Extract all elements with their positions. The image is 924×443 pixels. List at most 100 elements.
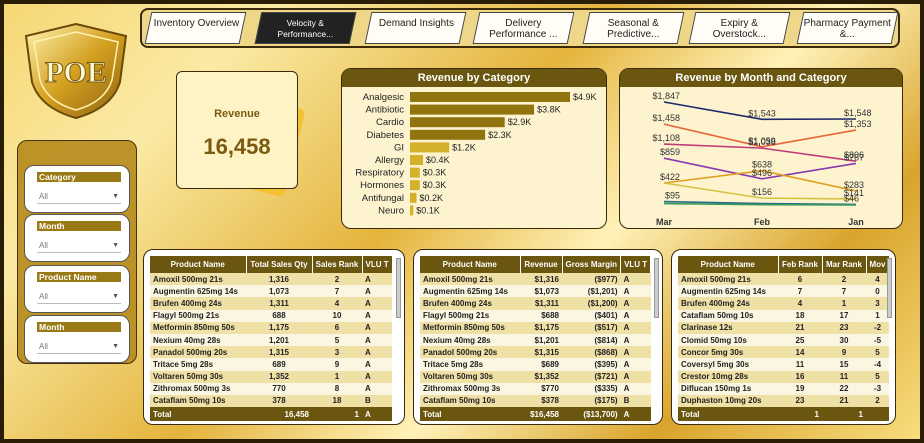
column-header[interactable]: VLU T (620, 256, 652, 273)
table-row[interactable]: Voltaren 50mg 30s $1,352 ($721) A (420, 370, 651, 383)
table-cell: A (620, 370, 651, 383)
table-row[interactable]: Panadol 500mg 20s 1,315 3 A (150, 346, 393, 359)
table-cell: ($1,200) (562, 297, 621, 310)
tab-4[interactable]: Seasonal & Predictive... (582, 12, 685, 44)
bar[interactable] (410, 192, 417, 203)
table-row[interactable]: Augmentin 625mg 14s 1,073 7 A (150, 285, 393, 298)
column-header[interactable]: Revenue (520, 256, 563, 273)
category-slicer[interactable]: Category All ▼ (24, 165, 130, 213)
bar[interactable] (410, 117, 505, 128)
table-row[interactable]: Nexium 40mg 28s $1,201 ($814) A (420, 333, 651, 347)
bar[interactable] (410, 129, 486, 140)
table-row[interactable]: Amoxil 500mg 21s 1,316 2 A (150, 273, 393, 286)
bar[interactable] (410, 180, 420, 191)
table-row[interactable]: Flagyl 500mg 21s 688 10 A (150, 309, 393, 322)
table-row[interactable]: Tritace 5mg 28s 689 9 A (150, 358, 393, 371)
tab-3[interactable]: Delivery Performance ... (472, 12, 575, 44)
slicer-dropdown[interactable]: All ▼ (37, 190, 121, 204)
table-row[interactable]: Cataflam 50mg 10s $378 ($175) B (420, 394, 651, 408)
scrollbar[interactable] (654, 258, 659, 318)
table-cell: ($814) (562, 333, 621, 347)
product-name-slicer[interactable]: Product Name All ▼ (24, 265, 130, 313)
bar[interactable] (410, 155, 424, 165)
rank-movement-table: Product Name Feb Rank Mar Rank Mov Amoxil 50… (678, 256, 890, 422)
column-header[interactable]: Gross Margin (562, 256, 622, 273)
month-slicer[interactable]: Month All ▼ (24, 214, 130, 262)
table-cell: $1,175 (520, 321, 562, 334)
slicer-dropdown[interactable]: All ▼ (37, 340, 121, 354)
table-cell: 25 (778, 333, 822, 347)
bar[interactable] (410, 167, 420, 178)
month-slicer-2[interactable]: Month All ▼ (24, 315, 130, 363)
table-cell: 5 (312, 333, 362, 347)
table-cell: A (362, 321, 393, 334)
table-cell: $688 (520, 309, 562, 322)
column-header[interactable]: VLU T (362, 256, 393, 273)
table-row[interactable]: Diflucan 150mg 1s 19 22 -3 (678, 382, 889, 395)
bar[interactable] (410, 142, 450, 153)
column-header[interactable]: Product Name (678, 256, 779, 273)
table-row[interactable]: Panadol 500mg 20s $1,315 ($868) A (420, 346, 651, 359)
table-row[interactable]: Brufen 400mg 24s 4 1 3 (678, 297, 889, 310)
scrollbar[interactable] (887, 258, 892, 318)
bar[interactable] (410, 205, 414, 216)
table-row[interactable]: Metformin 850mg 50s $1,175 ($517) A (420, 321, 651, 334)
data-label: $1.2K (452, 142, 476, 152)
table-row[interactable]: Concor 5mg 30s 14 9 5 (678, 346, 889, 359)
table-cell: 30 (822, 333, 866, 347)
table-cell: 17 (822, 309, 866, 322)
table-row[interactable]: Voltaren 50mg 30s 1,352 1 A (150, 370, 393, 383)
tab-6[interactable]: Pharmacy Payment &... (796, 12, 899, 44)
tab-2[interactable]: Demand Insights (364, 12, 467, 44)
table-row[interactable]: Coversyl 5mg 30s 11 15 -4 (678, 358, 889, 371)
table-cell: Amoxil 500mg 21s (150, 273, 246, 286)
table-cell: Tritace 5mg 28s (150, 358, 246, 371)
table-row[interactable]: Metformin 850mg 50s 1,175 6 A (150, 321, 393, 334)
table-row[interactable]: Brufen 400mg 24s 1,311 4 A (150, 297, 393, 310)
column-header[interactable]: Product Name (420, 256, 521, 273)
slicer-dropdown[interactable]: All ▼ (37, 290, 121, 304)
slicer-dropdown[interactable]: All ▼ (37, 239, 121, 253)
table-row[interactable]: Amoxil 500mg 21s $1,316 ($977) A (420, 273, 651, 286)
table-cell: ($175) (562, 394, 621, 408)
table-row[interactable]: Zithromax 500mg 3s 770 8 A (150, 382, 393, 395)
column-header[interactable]: Feb Rank (778, 256, 823, 273)
tab-1[interactable]: Velocity & Performance... (254, 12, 357, 44)
table-row[interactable]: Augmentin 625mg 14s $1,073 ($1,201) A (420, 285, 651, 298)
table-cell: -4 (866, 358, 889, 371)
table-cell: Panadol 500mg 20s (150, 346, 246, 359)
bar[interactable] (410, 104, 535, 115)
table-row[interactable]: Augmentin 625mg 14s 7 7 0 (678, 285, 889, 298)
total-cell: Total (150, 407, 246, 422)
table-cell: A (362, 309, 393, 322)
table-row[interactable]: Clarinase 12s 21 23 -2 (678, 321, 889, 334)
table-row[interactable]: Amoxil 500mg 21s 6 2 4 (678, 273, 889, 286)
bar[interactable] (410, 92, 570, 102)
column-header[interactable]: Total Sales Qty (246, 256, 313, 273)
table-row[interactable]: Duphaston 10mg 20s 23 21 2 (678, 394, 889, 408)
table-cell: Nexium 40mg 28s (150, 333, 246, 347)
category-label: Allergy (375, 155, 404, 166)
table-row[interactable]: Crestor 10mg 28s 16 11 5 (678, 370, 889, 383)
total-cell: A (362, 407, 393, 422)
tab-5[interactable]: Expiry & Overstock... (688, 12, 791, 44)
column-header[interactable]: Sales Rank (312, 256, 363, 273)
column-header[interactable]: Mar Rank (822, 256, 867, 273)
table-row[interactable]: Brufen 400mg 24s $1,311 ($1,200) A (420, 297, 651, 310)
table-cell: 5 (866, 346, 889, 359)
revenue-card: Revenue 16,458 (176, 71, 298, 189)
tab-0[interactable]: Inventory Overview (144, 12, 247, 44)
table-cell: 18 (312, 394, 362, 408)
table-row[interactable]: Cataflam 50mg 10s 18 17 1 (678, 309, 889, 322)
table-cell: A (362, 297, 393, 310)
table-row[interactable]: Tritace 5mg 28s $689 ($395) A (420, 358, 651, 371)
table-row[interactable]: Clomid 50mg 10s 25 30 -5 (678, 333, 889, 347)
column-header[interactable]: Product Name (150, 256, 247, 273)
column-header[interactable]: Mov (866, 256, 890, 273)
table-row[interactable]: Nexium 40mg 28s 1,201 5 A (150, 333, 393, 347)
table-row[interactable]: Zithromax 500mg 3s $770 ($335) A (420, 382, 651, 395)
scrollbar[interactable] (396, 258, 401, 318)
tab-label: Seasonal & Predictive... (607, 18, 660, 40)
table-row[interactable]: Flagyl 500mg 21s $688 ($401) A (420, 309, 651, 322)
table-row[interactable]: Cataflam 50mg 10s 378 18 B (150, 394, 393, 408)
